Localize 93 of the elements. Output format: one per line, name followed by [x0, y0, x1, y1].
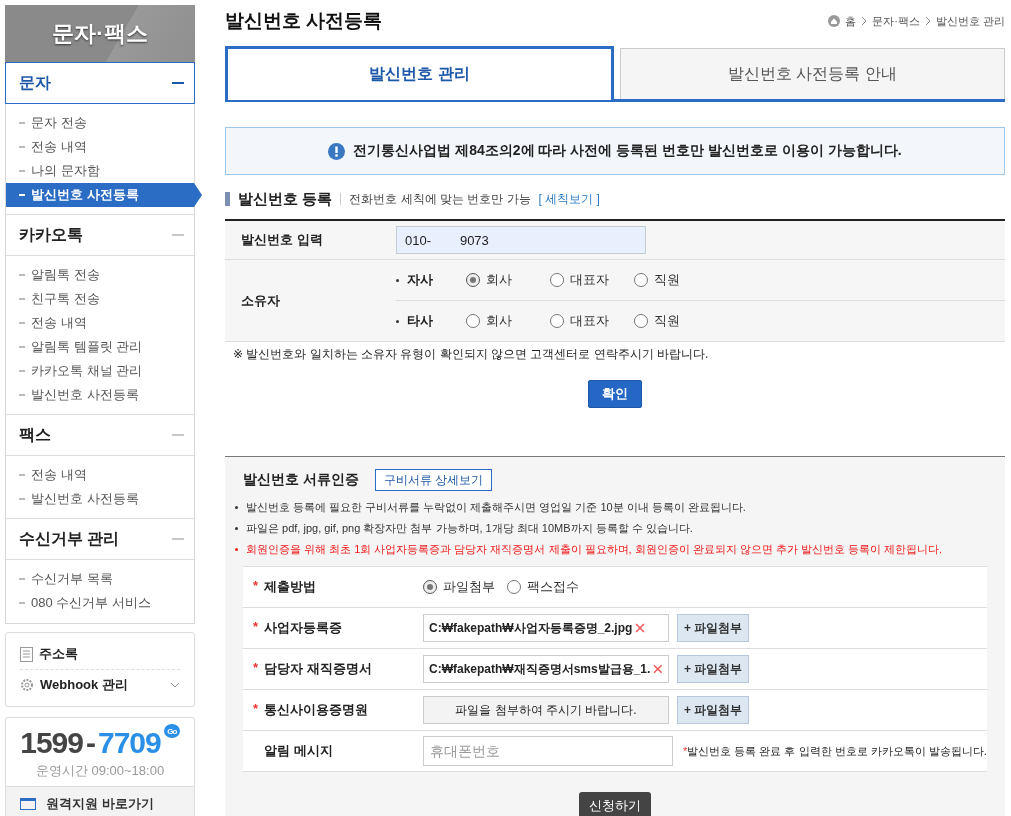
- menu-group-header[interactable]: 팩스: [6, 414, 194, 456]
- menu-group-header[interactable]: 문자: [5, 62, 195, 104]
- chevron-right-icon: [861, 16, 868, 26]
- home-icon[interactable]: [828, 15, 841, 27]
- file-field[interactable]: C:₩fakepath₩재직증명서sms발급용_1.: [423, 655, 669, 683]
- submit-button[interactable]: 신청하기: [579, 792, 651, 816]
- section-heading: 발신번호 등록: [238, 189, 333, 209]
- attach-file-button[interactable]: + 파일첨부: [677, 696, 750, 724]
- info-note: 회원인증을 위해 최초 1회 사업자등록증과 담당자 재직증명서 제출이 필요하며, 회원인증이 완료되지 않으면 추가 발신번호 등록이 제한됩니다.: [235, 539, 987, 560]
- radio-label[interactable]: 대표자: [570, 312, 609, 330]
- menu-item[interactable]: 문자 전송: [6, 111, 194, 135]
- rules-link[interactable]: [ 세칙보기 ]: [538, 190, 600, 208]
- sender-number-field[interactable]: 010- 9073: [396, 226, 646, 254]
- menu-item[interactable]: 카카오톡 채널 관리: [6, 359, 194, 383]
- alert-icon: [328, 142, 346, 160]
- remote-support-link[interactable]: 원격지원 바로가기: [6, 786, 194, 816]
- settings-icon: [20, 678, 34, 692]
- menu-item[interactable]: 알림톡 전송: [6, 263, 194, 287]
- field-label: 소유자: [240, 291, 281, 310]
- quick-link[interactable]: Webhook 관리: [20, 669, 180, 700]
- field-label: 발신번호 입력: [240, 231, 324, 249]
- field-label: * 제출방법: [252, 578, 317, 596]
- sidebar-title: 문자·팩스: [5, 5, 195, 62]
- field-note: *발신번호 등록 완료 후 입력한 번호로 카카오톡이 발송됩니다.: [683, 743, 987, 759]
- radio-label[interactable]: 파일첨부: [443, 578, 495, 596]
- radio-button[interactable]: [634, 314, 648, 328]
- radio-button[interactable]: [550, 314, 564, 328]
- clear-icon[interactable]: [635, 623, 646, 633]
- menu-group-title: 수신거부 관리: [19, 528, 120, 549]
- field-label: 알림 메시지: [263, 742, 334, 760]
- tab[interactable]: 발신번호 관리: [225, 46, 614, 100]
- breadcrumb-link[interactable]: 발신번호 관리: [935, 13, 1005, 29]
- section-heading: 발신번호 서류인증: [243, 471, 359, 489]
- radio-label[interactable]: 직원: [654, 312, 680, 330]
- menu-item[interactable]: 나의 문자함: [6, 159, 194, 183]
- phone-number-separator: -: [86, 726, 95, 760]
- page-title: 발신번호 사전등록: [225, 9, 383, 33]
- menu-group-title: 문자: [19, 72, 51, 93]
- phone-number-field[interactable]: 휴대폰번호: [423, 736, 673, 766]
- menu-group-title: 팩스: [19, 424, 51, 445]
- owner-note: ※ 발신번호와 일치하는 소유자 유형이 확인되지 않으면 고객센터로 연락주시기 바랍니다.: [232, 346, 710, 363]
- radio-button[interactable]: [466, 273, 480, 287]
- menu-item[interactable]: 전송 내역: [6, 463, 194, 487]
- owner-group-label: 타사: [396, 312, 466, 330]
- radio-label[interactable]: 회사: [486, 312, 512, 330]
- file-field[interactable]: 파일을 첨부하여 주시기 바랍니다.: [423, 696, 669, 724]
- field-label: * 통신사이용증명원: [252, 701, 369, 719]
- owner-group-label: 자사: [396, 271, 466, 289]
- radio-button[interactable]: [507, 580, 521, 594]
- radio-button[interactable]: [423, 580, 437, 594]
- menu-group-header[interactable]: 카카오톡: [6, 214, 194, 256]
- radio-button[interactable]: [550, 273, 564, 287]
- menu-group-header[interactable]: 수신거부 관리: [6, 518, 194, 560]
- menu-item[interactable]: 발신번호 사전등록: [6, 383, 194, 407]
- section-marker-icon: [225, 192, 230, 206]
- menu-item[interactable]: 친구톡 전송: [6, 287, 194, 311]
- radio-button[interactable]: [466, 314, 480, 328]
- radio-label[interactable]: 직원: [654, 271, 680, 289]
- menu-item[interactable]: 알림톡 템플릿 관리: [6, 335, 194, 359]
- info-note: 발신번호 등록에 필요한 구비서류를 누락없이 제출해주시면 영업일 기준 10분 이내 등록이 완료됩니다.: [235, 497, 987, 518]
- menu-item[interactable]: 전송 내역: [6, 311, 194, 335]
- menu-item[interactable]: 080 수신거부 서비스: [6, 591, 194, 615]
- field-label: * 담당자 재직증명서: [252, 660, 373, 678]
- file-field[interactable]: C:₩fakepath₩사업자등록증명_2.jpg: [423, 614, 669, 642]
- phone-number-prefix: 1599: [20, 726, 83, 760]
- phone-number-suffix: 7709: [98, 726, 161, 760]
- clear-icon[interactable]: [653, 664, 663, 674]
- quick-link[interactable]: 주소록: [20, 639, 180, 669]
- operating-hours: 운영시간 09:00~18:00: [34, 762, 166, 780]
- radio-label[interactable]: 회사: [486, 271, 512, 289]
- info-note: 파일은 pdf, jpg, gif, png 확장자만 첨부 가능하며, 1개당 최대 10MB까지 등록할 수 있습니다.: [235, 518, 987, 539]
- field-label: * 사업자등록증: [252, 619, 343, 637]
- breadcrumb-link[interactable]: 홈: [845, 13, 857, 29]
- menu-item[interactable]: 발신번호 사전등록: [6, 487, 194, 511]
- breadcrumb-link[interactable]: 문자·팩스: [872, 13, 920, 29]
- chevron-right-icon: [924, 16, 931, 26]
- menu-group-title: 카카오톡: [19, 224, 83, 245]
- attach-file-button[interactable]: + 파일첨부: [677, 655, 750, 683]
- menu-item[interactable]: 발신번호 사전등록: [6, 183, 202, 207]
- menu-item[interactable]: 수신거부 목록: [6, 567, 194, 591]
- details-button[interactable]: 구비서류 상세보기: [374, 469, 493, 491]
- radio-label[interactable]: 팩스접수: [527, 578, 579, 596]
- section-hint: 전화번호 세칙에 맞는 번호만 가능: [349, 190, 531, 208]
- tab[interactable]: 발신번호 사전등록 안내: [620, 48, 1005, 99]
- menu-item[interactable]: 전송 내역: [6, 135, 194, 159]
- attach-file-button[interactable]: + 파일첨부: [677, 614, 750, 642]
- chevron-down-icon: [170, 682, 180, 688]
- notice-text: 전기통신사업법 제84조의2에 따라 사전에 등록된 번호만 발신번호로 이용이 가능합니다.: [353, 142, 902, 160]
- monitor-icon: [20, 798, 36, 810]
- document-icon: [20, 646, 33, 662]
- radio-button[interactable]: [634, 273, 648, 287]
- radio-label[interactable]: 대표자: [570, 271, 609, 289]
- confirm-button[interactable]: 확인: [588, 380, 642, 408]
